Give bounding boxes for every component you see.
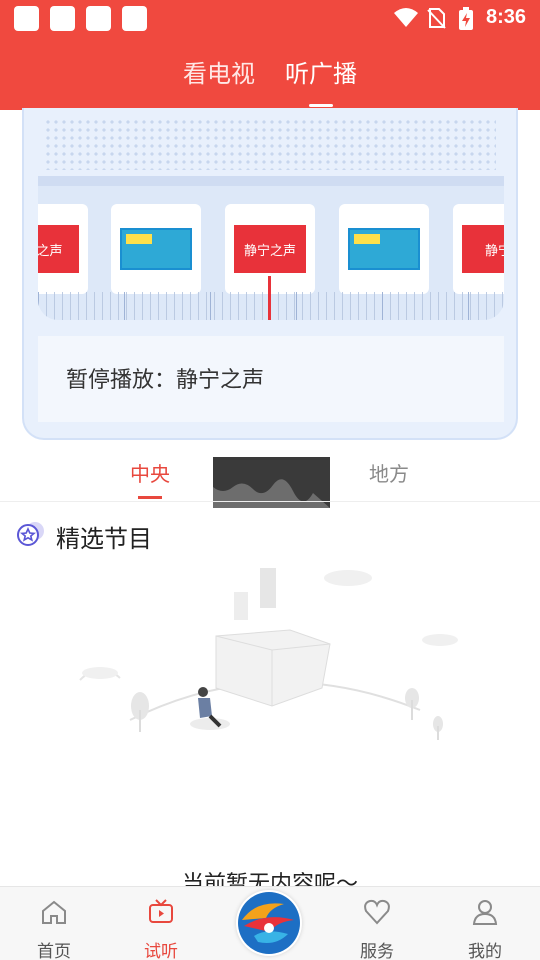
station-logo: [348, 228, 420, 270]
nav-home[interactable]: 首页: [14, 897, 94, 960]
app-header: 8:36 看电视 听广播: [0, 0, 540, 110]
nav-label: 我的: [468, 942, 502, 960]
nav-listen[interactable]: 试听: [121, 897, 201, 960]
no-sim-icon: [427, 8, 446, 29]
station-card[interactable]: [339, 204, 429, 294]
station-tuner[interactable]: 宁之声 静宁之声 静宁: [38, 176, 504, 320]
tab-radio[interactable]: 听广播: [285, 54, 357, 89]
divider: [0, 501, 540, 502]
nav-label: 首页: [37, 942, 71, 960]
station-logo: [120, 228, 192, 270]
playback-status-panel: 暂停播放：静宁之声: [38, 336, 504, 422]
category-active-indicator: [138, 496, 162, 499]
heart-icon: [364, 899, 390, 925]
star-badge-icon: [17, 522, 44, 546]
app-logo-button[interactable]: [236, 890, 302, 956]
nav-label: 试听: [144, 942, 178, 960]
station-logo: 静宁: [462, 225, 504, 273]
tab-local[interactable]: 地方: [369, 458, 409, 487]
station-logo: 静宁之声: [234, 225, 306, 273]
tv-icon: [149, 899, 173, 923]
speaker-grille: [44, 118, 496, 170]
clock: 8:36: [485, 6, 526, 28]
radio-player-card: 宁之声 静宁之声 静宁 暂停播放：静宁之声: [22, 108, 518, 440]
notification-icon: [122, 6, 147, 31]
empty-state-illustration: [79, 568, 458, 740]
app-logo-icon: [238, 892, 300, 954]
nav-label: 服务: [360, 942, 394, 960]
status-bar: 8:36: [0, 0, 540, 38]
notification-icon: [86, 6, 111, 31]
station-card[interactable]: [111, 204, 201, 294]
frequency-scale-major: [38, 292, 504, 320]
tab-central[interactable]: 中央: [130, 458, 170, 487]
nav-mine[interactable]: 我的: [445, 897, 525, 960]
battery-icon: [459, 7, 473, 30]
tab-tv[interactable]: 看电视: [183, 54, 255, 89]
station-logo: 宁之声: [38, 225, 79, 273]
nav-service[interactable]: 服务: [337, 897, 417, 960]
notification-icon: [50, 6, 75, 31]
notification-icon: [14, 6, 39, 31]
wifi-icon: [394, 8, 418, 27]
tuner-needle: [268, 276, 271, 320]
section-title: 精选节目: [56, 525, 152, 553]
home-icon: [42, 900, 66, 924]
user-icon: [472, 900, 498, 925]
playback-status: 暂停播放：静宁之声: [66, 368, 265, 393]
media-type-tabs: 看电视 听广播: [0, 54, 540, 107]
tab-active-indicator: [309, 104, 333, 107]
station-card[interactable]: 宁之声: [38, 204, 88, 294]
station-card[interactable]: 静宁: [453, 204, 504, 294]
